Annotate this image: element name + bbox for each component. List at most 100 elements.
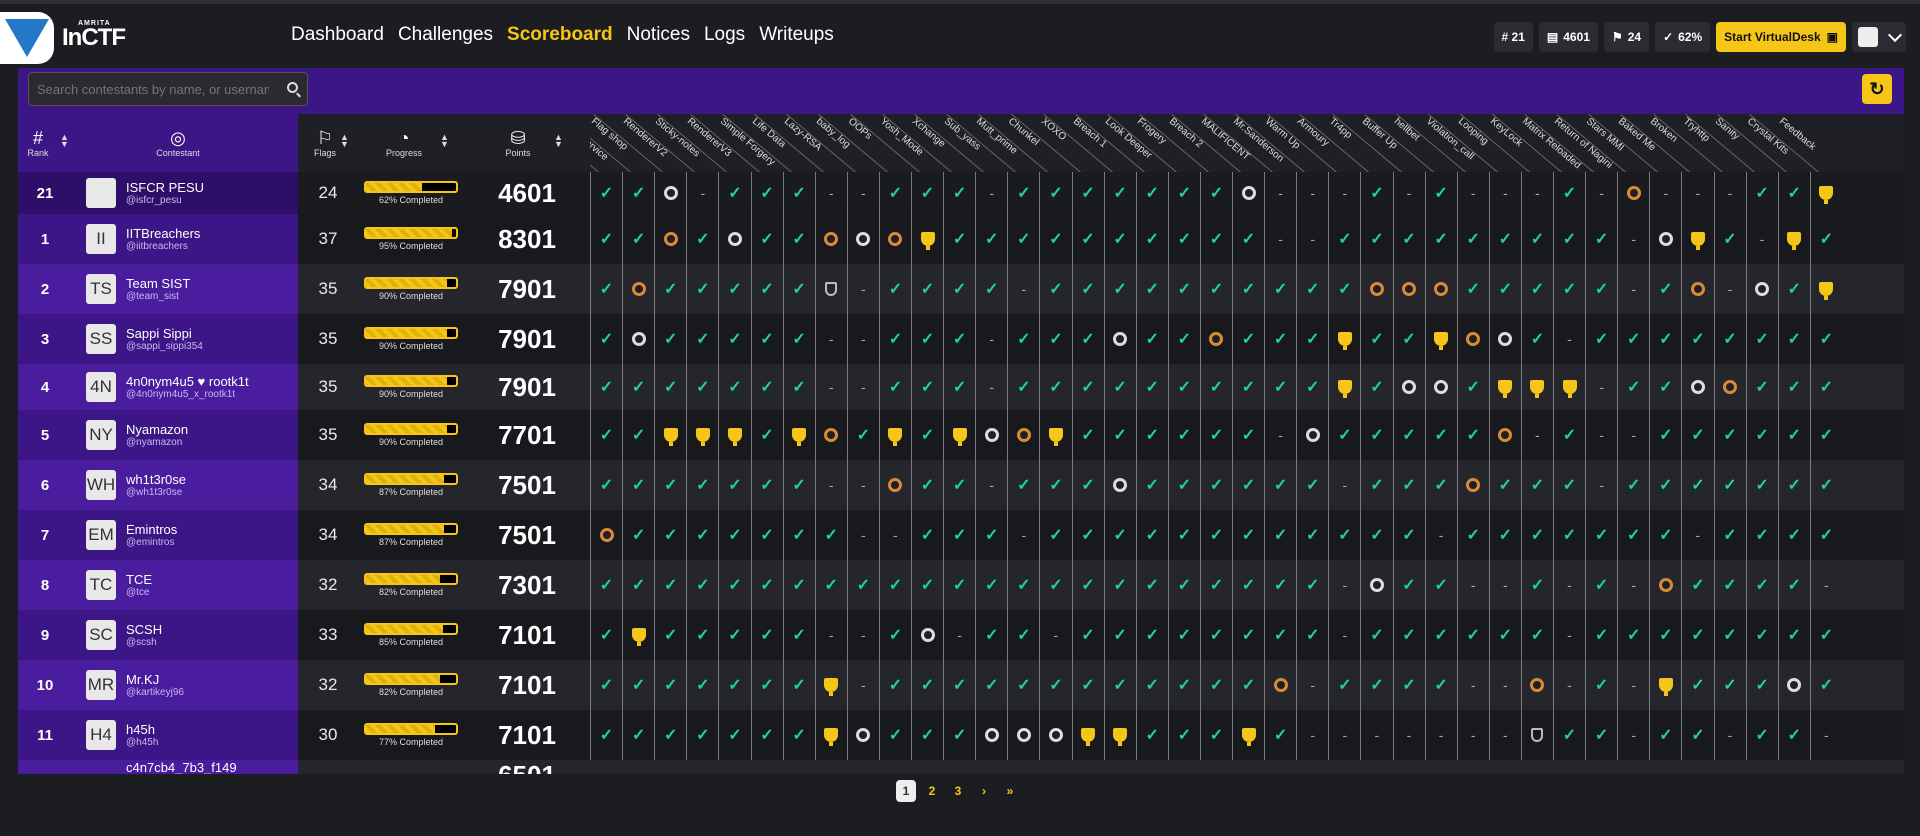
- page-2-button[interactable]: 2: [922, 780, 942, 802]
- progress-cell: 90% Completed: [358, 410, 464, 460]
- challenge-header[interactable]: Breach 2: [1167, 116, 1205, 150]
- solved-check-icon: ✓: [1370, 331, 1384, 348]
- unsolved-dash: -: [860, 379, 866, 395]
- challenge-status: ✓: [1424, 560, 1457, 610]
- next-page-button[interactable]: ›: [974, 780, 994, 802]
- contestant-cell[interactable]: Team SIST @team_sist: [126, 264, 190, 314]
- page-1-button[interactable]: 1: [896, 780, 916, 802]
- solved-check-icon: ✓: [1787, 331, 1801, 348]
- challenge-status: ✓: [654, 314, 686, 364]
- team-name[interactable]: c4n7cb4_7b3_f149: [126, 760, 237, 774]
- nav-link-logs[interactable]: Logs: [704, 24, 745, 46]
- search-icon[interactable]: [287, 82, 298, 93]
- unsolved-dash: -: [1470, 677, 1476, 693]
- challenge-status: [782, 410, 815, 460]
- rank-sort-icon[interactable]: ▲ ▼: [60, 133, 69, 149]
- progress-bar: [364, 623, 458, 635]
- points-value: 4601: [498, 177, 556, 208]
- team-name[interactable]: ISFCR PESU: [126, 180, 204, 195]
- nav-link-scoreboard[interactable]: Scoreboard: [507, 24, 613, 46]
- contestant-cell[interactable]: Mr.KJ @kartikeyj96: [126, 660, 184, 710]
- solved-check-icon: ✓: [1755, 677, 1769, 694]
- challenge-status: [1296, 410, 1328, 460]
- nav-link-challenges[interactable]: Challenges: [398, 24, 493, 46]
- contestant-cell[interactable]: Emintros @emintros: [126, 510, 177, 560]
- challenge-status: [1649, 660, 1681, 710]
- solved-check-icon: ✓: [1562, 281, 1577, 298]
- challenge-header[interactable]: Breach 1: [1071, 116, 1109, 150]
- contestant-cell[interactable]: 4n0nym4u5 ♥ rootk1t @4n0nym4u5_x_rootk1t: [126, 364, 249, 410]
- contestant-cell[interactable]: IITBreachers @iitbreachers: [126, 214, 200, 264]
- challenge-status: [1681, 214, 1713, 264]
- contestant-cell[interactable]: ISFCR PESU @isfcr_pesu: [126, 172, 204, 214]
- inctf-logo[interactable]: [0, 12, 54, 64]
- start-virtualdesk-button[interactable]: Start VirtualDesk ▣: [1716, 22, 1846, 52]
- challenge-status: ✓: [654, 510, 686, 560]
- contestant-cell[interactable]: Sappi Sippi @sappi_sippi354: [126, 314, 203, 364]
- contestant-cell[interactable]: wh1t3r0se @wh1t3r0se: [126, 460, 186, 510]
- points-header[interactable]: ⛁ Points: [488, 114, 548, 172]
- solved-check-icon: ✓: [1049, 477, 1063, 494]
- flags-header[interactable]: ⚐ Flags: [310, 114, 340, 172]
- solved-check-icon: ✓: [1402, 577, 1416, 594]
- nav-link-dashboard[interactable]: Dashboard: [291, 24, 384, 46]
- solved-check-icon: ✓: [952, 677, 967, 694]
- solved-check-icon: ✓: [1209, 627, 1224, 644]
- progress-header[interactable]: ◔ Progress: [374, 114, 434, 172]
- team-name[interactable]: Emintros: [126, 522, 177, 537]
- contestant-cell[interactable]: Nyamazon @nyamazon: [126, 410, 188, 460]
- solved-check-icon: ✓: [1819, 527, 1833, 544]
- team-name[interactable]: TCE: [126, 572, 152, 587]
- challenge-header[interactable]: KeyLock: [1488, 116, 1524, 149]
- challenge-status: -: [814, 610, 847, 660]
- profile-menu[interactable]: [1852, 22, 1906, 52]
- progress-sort-icon[interactable]: ▲ ▼: [440, 133, 449, 149]
- challenge-status: ✓: [911, 510, 943, 560]
- refresh-button[interactable]: ↻: [1862, 74, 1892, 104]
- last-page-button[interactable]: »: [1000, 780, 1020, 802]
- team-name[interactable]: Nyamazon: [126, 422, 188, 437]
- team-name[interactable]: IITBreachers: [126, 226, 200, 241]
- challenge-status: ✓: [590, 460, 622, 510]
- solved-check-icon: ✓: [1434, 627, 1448, 644]
- flags-sort-icon[interactable]: ▲ ▼: [340, 133, 349, 149]
- solved-check-icon: ✓: [856, 577, 870, 594]
- nav-link-writeups[interactable]: Writeups: [759, 24, 834, 46]
- team-name[interactable]: wh1t3r0se: [126, 472, 186, 487]
- page-3-button[interactable]: 3: [948, 780, 968, 802]
- solved-check-icon: ✓: [1626, 527, 1641, 544]
- search-input[interactable]: [29, 73, 269, 105]
- team-name[interactable]: Mr.KJ: [126, 672, 159, 687]
- nav-link-notices[interactable]: Notices: [627, 24, 690, 46]
- team-name[interactable]: h45h: [126, 722, 155, 737]
- team-name[interactable]: 4n0nym4u5 ♥ rootk1t: [126, 374, 249, 389]
- solved-check-icon: ✓: [1209, 185, 1224, 202]
- solved-check-icon: ✓: [1562, 727, 1577, 744]
- rank-header[interactable]: # Rank: [18, 114, 58, 172]
- challenge-status: ✓: [622, 460, 654, 510]
- contestant-cell[interactable]: h45h @h45h: [126, 710, 158, 760]
- contestant-cell[interactable]: SCSH @scsh: [126, 610, 162, 660]
- challenge-status: ✓: [1424, 610, 1457, 660]
- challenge-status: ✓: [1777, 710, 1810, 760]
- unsolved-dash: -: [1759, 231, 1765, 247]
- progress-cell: 82% Completed: [358, 560, 464, 610]
- challenge-status: [814, 264, 847, 314]
- challenge-status: ✓: [1360, 314, 1392, 364]
- team-name[interactable]: SCSH: [126, 622, 162, 637]
- points-sort-icon[interactable]: ▲ ▼: [554, 133, 563, 149]
- solved-check-icon: ✓: [1787, 427, 1801, 444]
- team-name[interactable]: Sappi Sippi: [126, 326, 192, 341]
- solved-check-icon: ✓: [631, 185, 646, 202]
- solved-check-icon: ✓: [760, 185, 774, 202]
- challenge-status: ✓: [1071, 364, 1104, 410]
- challenge-status: ✓: [782, 660, 815, 710]
- challenge-status: ✓: [590, 364, 622, 410]
- solved-check-icon: ✓: [1530, 477, 1545, 494]
- solved-check-icon: ✓: [760, 527, 774, 544]
- solved-check-icon: ✓: [824, 577, 838, 594]
- flags-stat: ⚑ 24: [1603, 22, 1650, 52]
- team-name[interactable]: Team SIST: [126, 276, 190, 291]
- contestant-cell[interactable]: TCE @tce: [126, 560, 152, 610]
- contestant-cell[interactable]: c4n7cb4_7b3_f149: [126, 760, 237, 774]
